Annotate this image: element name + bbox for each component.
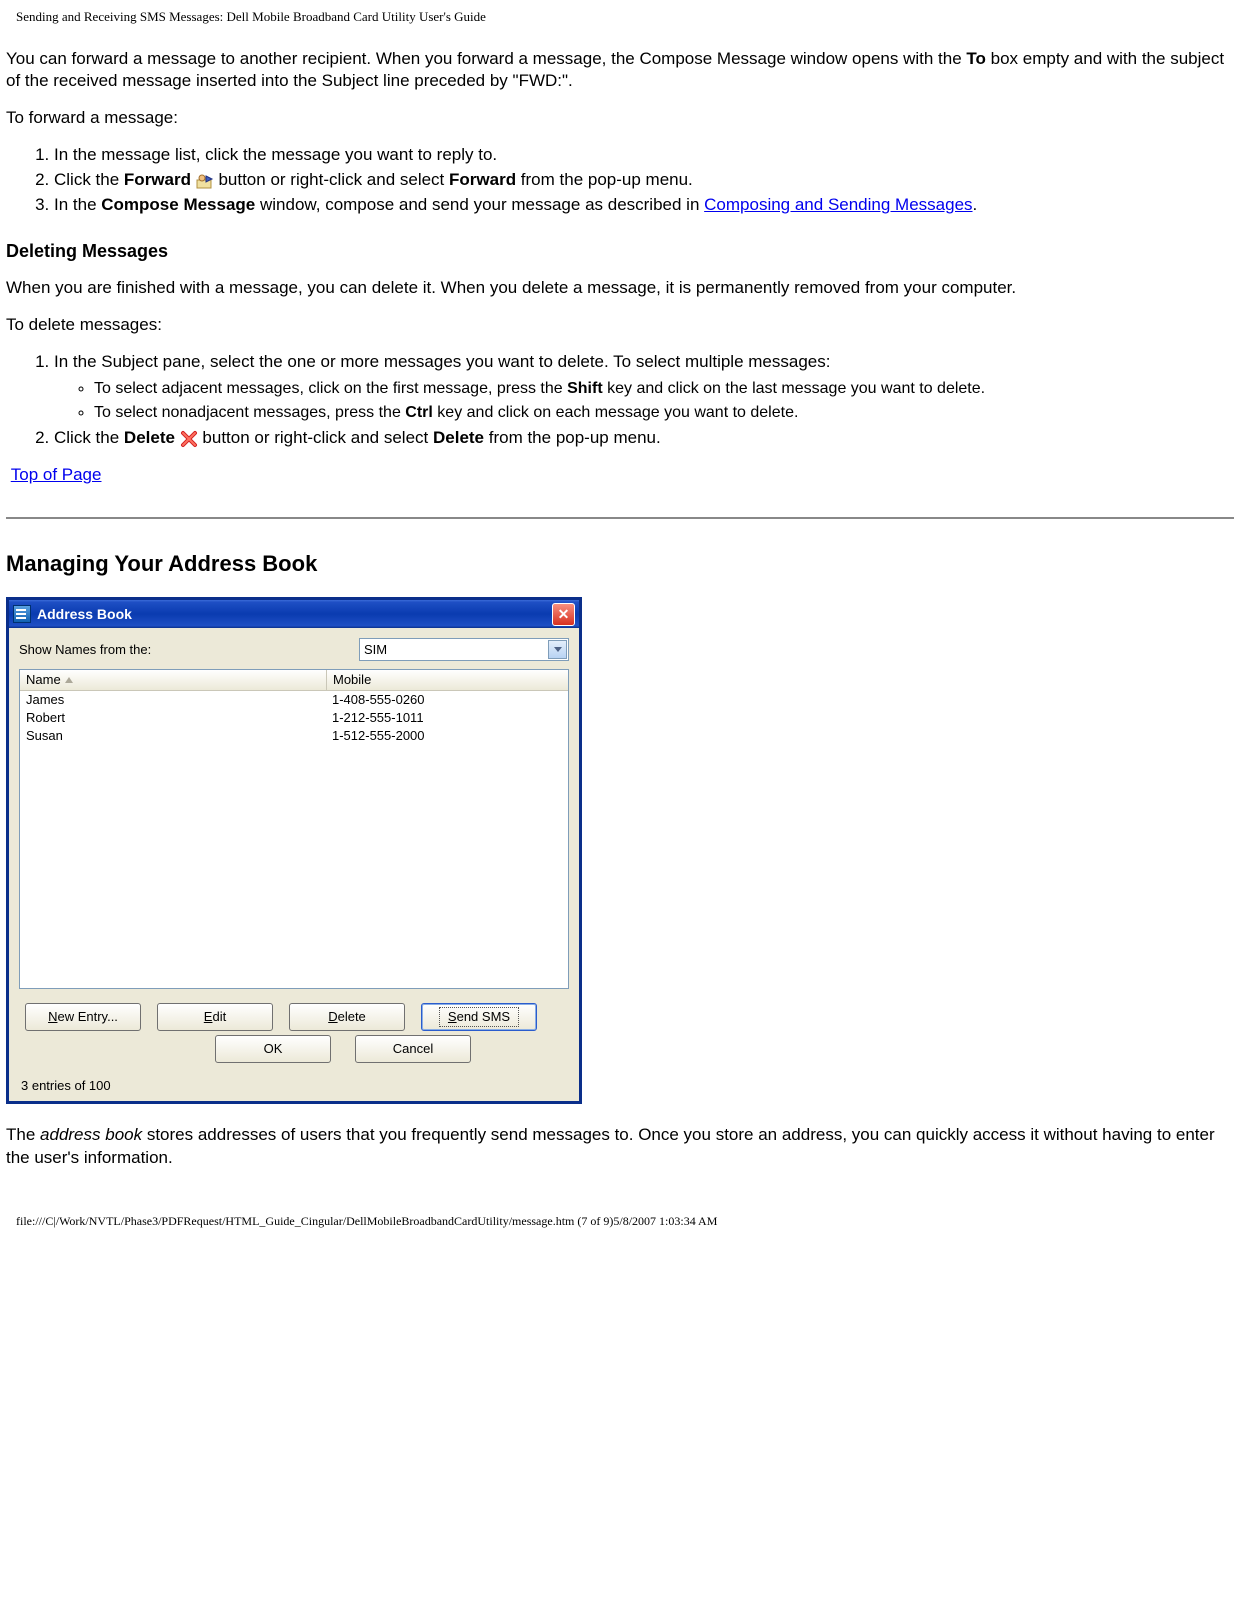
delete-steps: In the Subject pane, select the one or m… [6,351,1234,450]
text-bold: Ctrl [405,404,433,421]
delete-lead: To delete messages: [6,314,1234,337]
address-book-icon [13,605,31,623]
list-item: In the Compose Message window, compose a… [54,194,1234,217]
source-select[interactable]: SIM [359,638,569,661]
text: In the Subject pane, select the one or m… [54,352,830,371]
text: . [973,195,978,214]
text: key and click on each message you want t… [433,404,799,421]
mnemonic: D [328,1009,337,1024]
text: key and click on the last message you wa… [603,380,985,397]
text: To select adjacent messages, click on th… [94,380,567,397]
top-of-page-link[interactable]: Top of Page [11,465,102,484]
page-header: Sending and Receiving SMS Messages: Dell… [4,0,1236,34]
mnemonic: S [448,1009,457,1024]
cell-name: James [20,691,326,709]
text: dit [212,1009,226,1024]
text: The [6,1125,40,1144]
list-item: In the message list, click the message y… [54,144,1234,167]
cancel-button[interactable]: Cancel [355,1035,471,1063]
delete-icon [180,430,198,448]
address-book-desc: The address book stores addresses of use… [6,1124,1234,1170]
text-bold: Delete [433,428,484,447]
text: from the pop-up menu. [484,428,661,447]
composing-link[interactable]: Composing and Sending Messages [704,195,972,214]
new-entry-button[interactable]: New Entry... [25,1003,141,1031]
text: In the [54,195,101,214]
table-row[interactable]: James 1-408-555-0260 [20,691,568,709]
cell-mobile: 1-212-555-1011 [326,709,568,727]
divider [6,517,1234,519]
cell-mobile: 1-512-555-2000 [326,727,568,745]
forward-steps: In the message list, click the message y… [6,144,1234,217]
list-item: To select nonadjacent messages, press th… [94,402,1234,424]
status-text: 3 entries of 100 [19,1073,569,1095]
text: end SMS [457,1009,510,1024]
delete-button[interactable]: Delete [289,1003,405,1031]
text: ew Entry... [57,1009,117,1024]
forward-intro-para: You can forward a message to another rec… [6,48,1234,94]
text-italic: address book [40,1125,142,1144]
cell-name: Robert [20,709,326,727]
text: Name [26,671,61,689]
send-sms-button[interactable]: Send SMS [421,1003,537,1031]
sub-list: To select adjacent messages, click on th… [54,378,1234,423]
list-header[interactable]: Name Mobile [20,670,568,691]
edit-button[interactable]: Edit [157,1003,273,1031]
text: elete [338,1009,366,1024]
text: window, compose and send your message as… [255,195,704,214]
forward-lead: To forward a message: [6,107,1234,130]
show-names-label: Show Names from the: [19,641,359,659]
text: from the pop-up menu. [516,170,693,189]
text-bold: Shift [567,380,603,397]
deleting-heading: Deleting Messages [6,239,1234,263]
text-bold: Forward [449,170,516,189]
window-title: Address Book [37,605,132,624]
select-value: SIM [364,641,387,659]
address-book-heading: Managing Your Address Book [6,549,1234,579]
sort-asc-icon [65,677,73,683]
text: Click the [54,170,124,189]
text: stores addresses of users that you frequ… [6,1125,1215,1167]
mobile-column-header[interactable]: Mobile [327,671,568,689]
address-book-window: Address Book ✕ Show Names from the: SIM … [6,597,582,1104]
page-footer: file:///C|/Work/NVTL/Phase3/PDFRequest/H… [4,1183,1236,1239]
forward-icon [196,172,214,190]
contacts-list[interactable]: Name Mobile James 1-408-555-0260 Robert … [19,669,569,989]
text: Click the [54,428,124,447]
titlebar[interactable]: Address Book ✕ [9,600,579,628]
text-bold: Forward [124,170,191,189]
text: button or right-click and select [202,428,433,447]
list-item: Click the Delete button or right-click a… [54,427,1234,450]
text-bold: Compose Message [101,195,255,214]
chevron-down-icon[interactable] [548,640,567,659]
text: button or right-click and select [218,170,449,189]
table-row[interactable]: Susan 1-512-555-2000 [20,727,568,745]
list-item: Click the Forward button or right-click … [54,169,1234,192]
list-item: In the Subject pane, select the one or m… [54,351,1234,423]
text: You can forward a message to another rec… [6,49,966,68]
list-item: To select adjacent messages, click on th… [94,378,1234,400]
text: To select nonadjacent messages, press th… [94,404,405,421]
to-bold: To [966,49,986,68]
delete-intro: When you are finished with a message, yo… [6,277,1234,300]
table-row[interactable]: Robert 1-212-555-1011 [20,709,568,727]
ok-button[interactable]: OK [215,1035,331,1063]
cell-name: Susan [20,727,326,745]
close-icon[interactable]: ✕ [552,603,575,626]
cell-mobile: 1-408-555-0260 [326,691,568,709]
name-column-header[interactable]: Name [20,670,327,690]
text-bold: Delete [124,428,175,447]
